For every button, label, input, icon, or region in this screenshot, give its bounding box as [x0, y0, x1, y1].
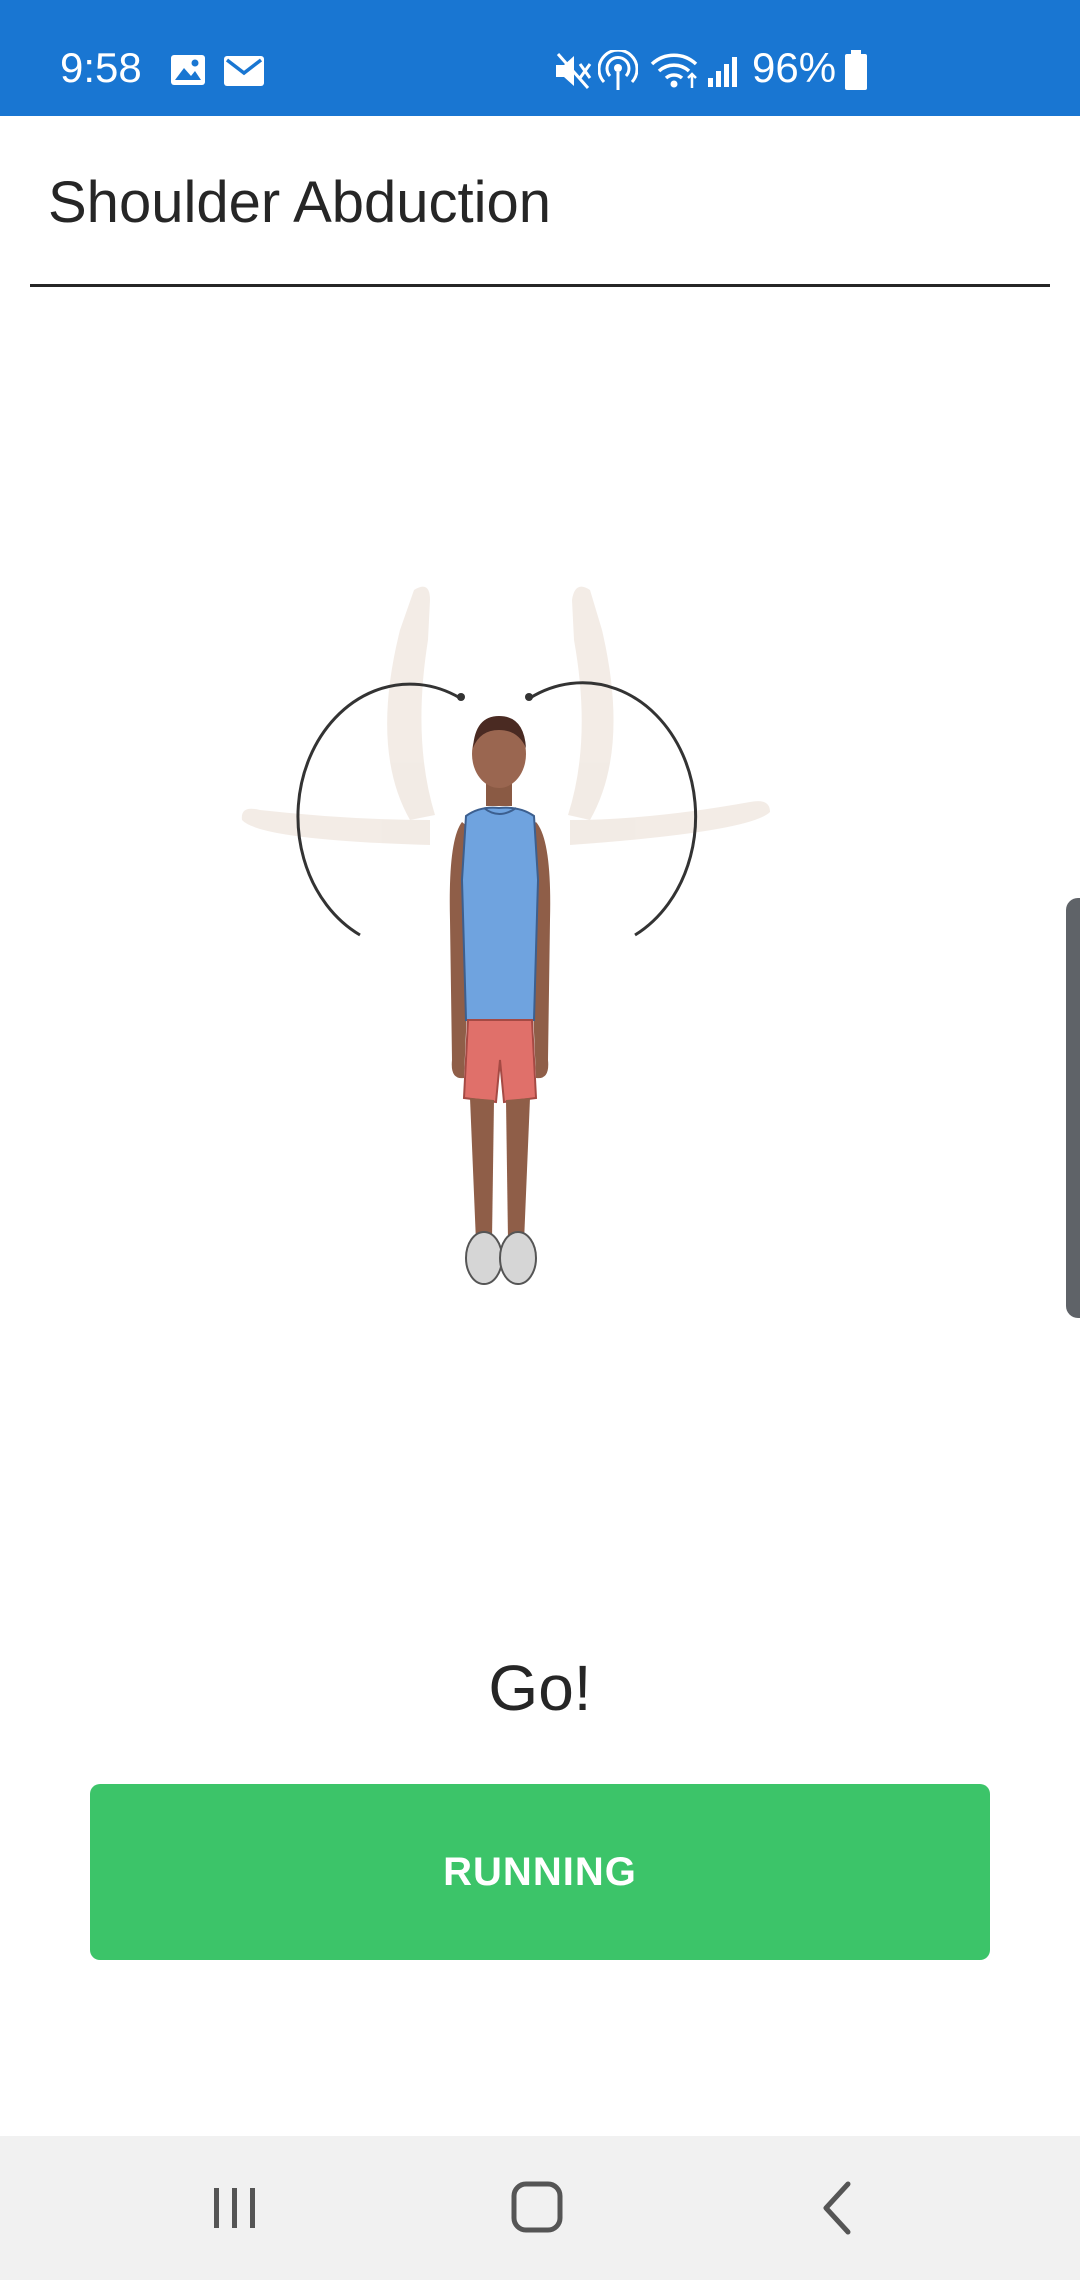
status-time: 9:58 [60, 44, 142, 91]
home-icon[interactable] [496, 2166, 580, 2250]
back-icon[interactable] [796, 2166, 880, 2250]
image-icon [171, 55, 205, 85]
running-button[interactable]: RUNNING [90, 1784, 990, 1960]
recent-apps-icon[interactable] [192, 2166, 276, 2250]
mute-icon [556, 53, 592, 89]
header-divider [30, 284, 1050, 287]
status-bar: 9:58 96% [0, 0, 1080, 116]
battery-icon [845, 50, 867, 90]
page-title: Shoulder Abduction [48, 170, 552, 235]
wifi-icon [650, 53, 698, 88]
shoulder-abduction-illustration [241, 586, 770, 1285]
signal-icon [708, 57, 737, 87]
navigation-bar [0, 2136, 1080, 2280]
hotspot-icon [598, 50, 638, 90]
battery-percent: 96% [752, 44, 837, 91]
edge-panel-handle[interactable] [1066, 898, 1080, 1318]
exercise-status-text: Go! [488, 1652, 592, 1724]
mail-icon [224, 56, 264, 86]
